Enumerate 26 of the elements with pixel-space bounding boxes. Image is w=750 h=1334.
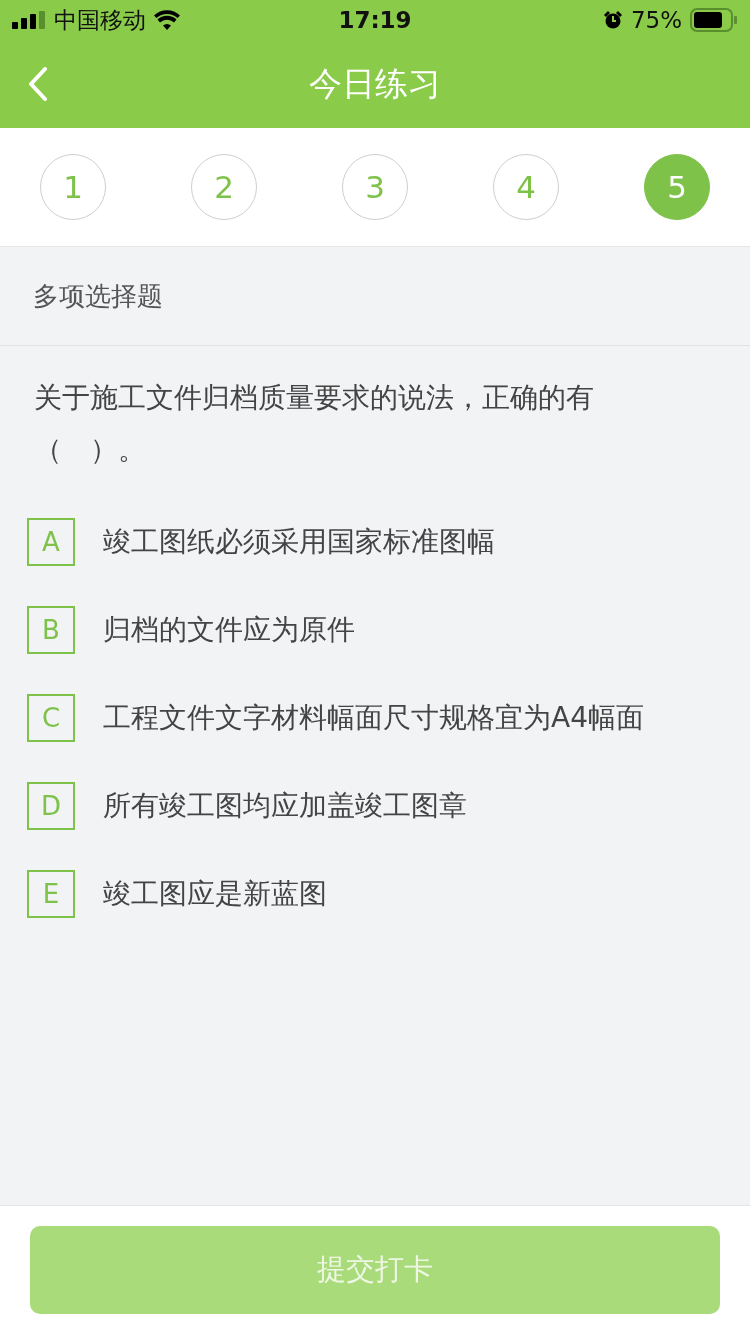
status-time: 17:19 bbox=[337, 7, 413, 33]
option-text[interactable]: 竣工图应是新蓝图 bbox=[103, 875, 327, 913]
page-title: 今日练习 bbox=[309, 62, 441, 105]
option-letter[interactable]: E bbox=[27, 870, 75, 918]
wifi-icon bbox=[154, 10, 180, 30]
option-text[interactable]: 所有竣工图均应加盖竣工图章 bbox=[103, 787, 467, 825]
battery-icon bbox=[690, 8, 738, 32]
option-text[interactable]: 工程文件文字材料幅面尺寸规格宜为A4幅面 bbox=[103, 699, 644, 737]
carrier-name: 中国移动 bbox=[54, 5, 146, 35]
battery-percent: 75% bbox=[630, 7, 682, 33]
option-letter[interactable]: D bbox=[27, 782, 75, 830]
question-number-tab[interactable]: 1 bbox=[40, 154, 106, 220]
alarm-icon bbox=[602, 10, 623, 30]
option-letter[interactable]: A bbox=[27, 518, 75, 566]
question-text: 关于施工文件归档质量要求的说法，正确的有（ ）。 bbox=[34, 380, 595, 468]
question-type-label: 多项选择题 bbox=[0, 247, 750, 346]
question-number-tab[interactable]: 2 bbox=[191, 154, 257, 220]
signal-icon bbox=[12, 11, 46, 29]
back-icon[interactable] bbox=[28, 67, 48, 101]
question-number-tab[interactable]: 4 bbox=[493, 154, 559, 220]
option-text[interactable]: 归档的文件应为原件 bbox=[103, 611, 355, 649]
option-letter[interactable]: C bbox=[27, 694, 75, 742]
option-letter[interactable]: B bbox=[27, 606, 75, 654]
question-number-tab[interactable]: 5 bbox=[644, 154, 710, 220]
option-text[interactable]: 竣工图纸必须采用国家标准图幅 bbox=[103, 523, 495, 561]
question-number-tab[interactable]: 3 bbox=[342, 154, 408, 220]
